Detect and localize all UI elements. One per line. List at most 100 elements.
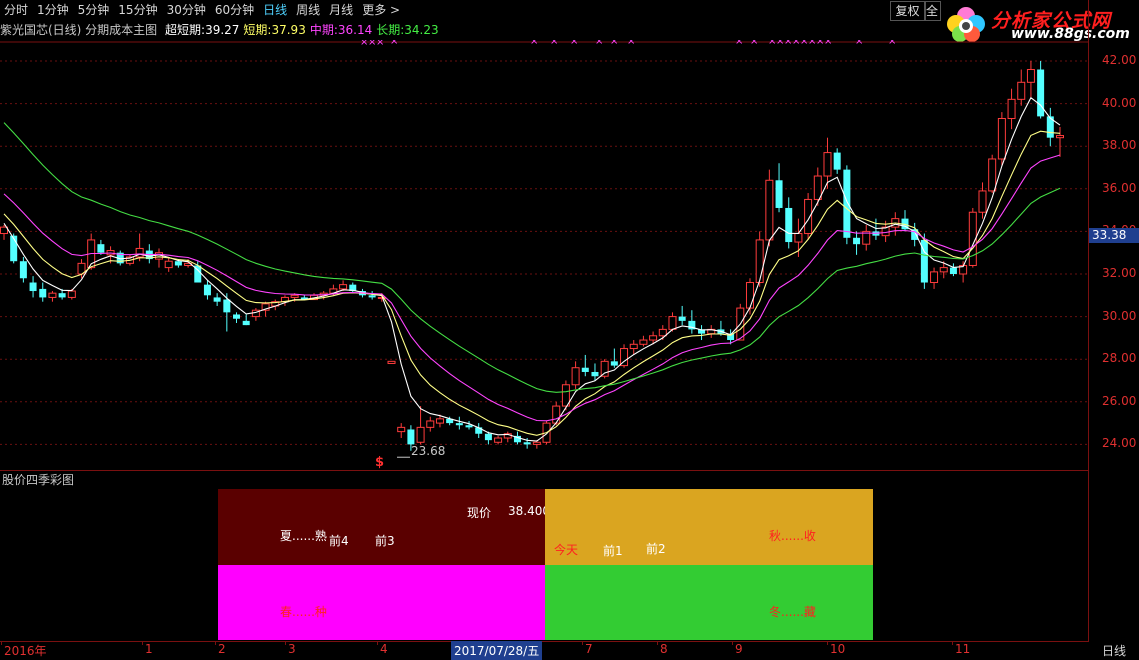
candle-body xyxy=(174,261,182,266)
period-tab-8[interactable]: 月线 xyxy=(325,0,358,20)
candle-body xyxy=(19,261,27,279)
period-tab-7[interactable]: 周线 xyxy=(292,0,325,20)
quadrant-winter: 冬......藏 xyxy=(545,565,873,640)
period-tab-4[interactable]: 30分钟 xyxy=(163,0,211,20)
time-tick-7: 7 xyxy=(585,642,593,656)
candle-body xyxy=(484,433,492,441)
candle-body xyxy=(48,292,57,298)
period-indicator: 日线 xyxy=(1102,644,1127,658)
candle-body xyxy=(843,169,851,238)
indicator-label-2: 中期: xyxy=(309,23,338,37)
price-tick-3: 36.00 xyxy=(1102,180,1137,195)
candle-body xyxy=(658,328,667,337)
marker-q3: 前3 xyxy=(375,534,395,548)
candle-body xyxy=(223,299,231,313)
period-tab-5[interactable]: 60分钟 xyxy=(211,0,259,20)
indicator-value-0: 39.27 xyxy=(205,23,240,37)
fuquan-button[interactable]: 复权 xyxy=(890,1,925,21)
period-tabs: 分时 1分钟 5分钟 15分钟 30分钟 60分钟 日线 周线 月线 更多 > xyxy=(0,0,890,20)
sell-marker: $ xyxy=(375,455,385,470)
candle-body xyxy=(1026,69,1035,83)
time-tick-4: 4 xyxy=(380,642,388,656)
signal-mark: × xyxy=(376,40,384,48)
price-tick-9: 24.00 xyxy=(1102,436,1137,451)
candle-body xyxy=(416,426,425,443)
period-tab-2[interactable]: 5分钟 xyxy=(74,0,115,20)
candle-body xyxy=(649,335,658,341)
candle-body xyxy=(678,316,686,321)
low-price-label: 23.68 xyxy=(411,444,446,458)
candle-body xyxy=(930,271,939,284)
candle-body xyxy=(290,294,299,298)
site-logo: 分析家公式网 www.88gs.com xyxy=(938,0,1139,44)
candle-body xyxy=(833,152,841,170)
candle-body xyxy=(629,343,638,350)
time-tick-0: 2016年 xyxy=(4,644,47,658)
lower-panel-title: 股价四季彩图 xyxy=(2,473,75,487)
candle-body xyxy=(58,293,66,298)
price-tick-0: 42.00 xyxy=(1102,53,1137,67)
candlestick-chart[interactable]: × × × × × × × × × × × × × × × × × × × × × × xyxy=(0,40,1139,470)
price-tick-2: 38.00 xyxy=(1102,138,1137,153)
candle-body xyxy=(552,405,561,424)
period-tab-1[interactable]: 1分钟 xyxy=(33,0,74,20)
price-tick-5: 32.00 xyxy=(1102,266,1137,280)
price-tick-1: 40.00 xyxy=(1102,95,1137,110)
candle-body xyxy=(203,284,211,296)
signal-mark: × xyxy=(550,40,558,47)
candle-body xyxy=(426,420,435,428)
candle-body xyxy=(794,233,803,243)
indicator-values: 超短期:39.27 短期:37.93 中期:36.14 长期:34.23 xyxy=(165,23,443,37)
candle-body xyxy=(455,423,463,426)
marker-q1: 前1 xyxy=(603,544,623,558)
period-tab-3[interactable]: 15分钟 xyxy=(114,0,162,20)
candle-body xyxy=(988,158,997,192)
indicator-label-3: 长期: xyxy=(376,23,405,37)
price-tick-8: 26.00 xyxy=(1102,393,1137,408)
period-tab-9[interactable]: 更多 > xyxy=(358,0,405,20)
candle-body xyxy=(571,367,580,386)
candle-body xyxy=(775,180,783,208)
indicator-label-1: 短期: xyxy=(243,23,272,37)
candle-body xyxy=(1007,98,1016,120)
candle-body xyxy=(1056,135,1064,139)
flower-logo-icon xyxy=(947,7,985,42)
period-tab-0[interactable]: 分时 xyxy=(0,0,33,20)
time-tick-10: 10 xyxy=(830,642,846,656)
marker-q2: 前2 xyxy=(646,542,666,556)
signal-mark: × xyxy=(390,40,398,47)
candle-body xyxy=(785,207,793,243)
time-tick-11: 11 xyxy=(955,642,971,656)
candle-body xyxy=(39,288,47,298)
signal-mark: × xyxy=(735,40,743,47)
candle-body xyxy=(978,190,987,213)
candle-body xyxy=(853,237,861,245)
candle-body xyxy=(368,295,376,298)
candle-body xyxy=(97,244,105,253)
candle-body xyxy=(581,367,589,372)
candle-body xyxy=(532,441,541,445)
candle-body xyxy=(164,260,173,269)
candle-body xyxy=(233,314,241,319)
candle-body xyxy=(823,152,832,177)
indicator-value-2: 36.14 xyxy=(337,23,373,37)
marker-today: 今天 xyxy=(554,543,579,557)
signal-mark: × xyxy=(595,40,603,47)
quadrant-spring: 春......种 xyxy=(218,565,545,640)
indicator-value-3: 34.23 xyxy=(404,23,439,37)
time-tick-8: 8 xyxy=(660,642,668,656)
signal-mark: × xyxy=(627,40,635,47)
ultra-short-line xyxy=(3,96,1061,442)
candle-body xyxy=(1017,81,1026,100)
candle-body xyxy=(610,361,618,366)
candle-body xyxy=(668,316,677,330)
winter-label: 冬......藏 xyxy=(769,605,816,619)
indicator-title: 紫光国芯(日线) 分期成本主图 xyxy=(0,23,158,37)
quadrant-autumn: 秋......收 今天 前1 前2 xyxy=(545,489,873,565)
candle-body xyxy=(29,282,37,292)
period-tab-6[interactable]: 日线 xyxy=(259,0,292,20)
price-tick-7: 28.00 xyxy=(1102,351,1137,366)
time-axis: 2016年12345678910112017/07/28/五 xyxy=(0,641,1139,660)
candle-body xyxy=(765,179,774,241)
candle-body xyxy=(813,175,822,200)
